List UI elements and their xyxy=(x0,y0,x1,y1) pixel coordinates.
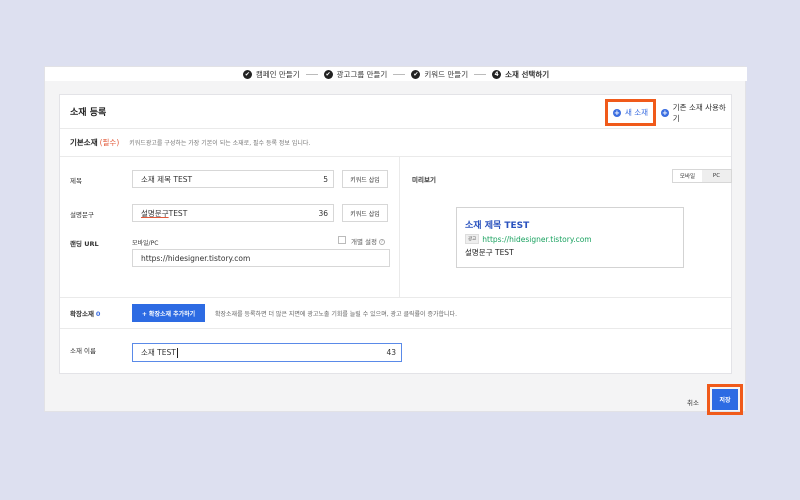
material-name-count: 43 xyxy=(386,348,396,357)
save-highlight: 저장 xyxy=(707,384,743,415)
basic-form: 제목 소재 제목 TEST 5 키워드 삽입 설명문구 설명문구 TEST 36… xyxy=(60,157,400,297)
step-divider xyxy=(474,73,487,75)
individual-setting-checkbox[interactable] xyxy=(338,236,346,244)
description-value-rest: TEST xyxy=(168,208,188,218)
extension-count: 0 xyxy=(95,310,101,318)
description-input[interactable]: 설명문구 TEST 36 xyxy=(132,204,334,222)
ad-preview-url-row: 광고 https://hidesigner.tistory.com xyxy=(465,234,592,244)
landing-url-value: https://hidesigner.tistory.com xyxy=(141,253,251,263)
new-material-label: 새 소재 xyxy=(624,108,649,117)
toggle-mobile[interactable]: 모바일 xyxy=(673,170,702,182)
app-window: ✔ 캠페인 만들기 ✔ 광고그룹 만들기 ✔ 키워드 만들기 4 소재 선택하기… xyxy=(44,66,747,415)
step-keyword: ✔ 키워드 만들기 xyxy=(411,69,468,80)
card-header: 소재 등록 + 새 소재 + 기존 소재 사용하기 xyxy=(60,95,731,129)
help-icon[interactable]: ? xyxy=(379,239,385,245)
check-icon: ✔ xyxy=(242,69,252,79)
save-button[interactable]: 저장 xyxy=(712,389,738,410)
material-name-value: 소재 TEST xyxy=(141,348,176,357)
ad-preview-title: 소재 제목 TEST xyxy=(465,221,530,231)
check-icon: ✔ xyxy=(323,69,333,79)
title-label: 제목 xyxy=(70,177,82,185)
title-keyword-insert-button[interactable]: 키워드 삽입 xyxy=(342,170,388,188)
step-label: 캠페인 만들기 xyxy=(255,69,300,79)
basic-material-row: 기본소재 (필수) 키워드광고를 구성하는 가장 기본이 되는 소재로, 필수 등… xyxy=(60,129,731,157)
step-label: 키워드 만들기 xyxy=(424,69,469,79)
title-input[interactable]: 소재 제목 TEST 5 xyxy=(132,170,334,188)
material-register-card: 소재 등록 + 새 소재 + 기존 소재 사용하기 기본소재 (필수) 키워드광고… xyxy=(59,94,732,374)
basic-label-text: 기본소재 xyxy=(70,138,98,147)
ad-preview-box: 소재 제목 TEST 광고 https://hidesigner.tistory… xyxy=(456,207,684,268)
description-label: 설명문구 xyxy=(70,211,94,219)
required-badge: (필수) xyxy=(99,138,120,147)
page-title: 소재 등록 xyxy=(70,108,107,118)
check-icon: ✔ xyxy=(411,69,421,79)
plus-circle-icon: + xyxy=(612,108,621,117)
step-campaign: ✔ 캠페인 만들기 xyxy=(242,69,300,80)
extension-row: 확장소재 0 + 확장소재 추가하기 확장소재를 등록하면 더 많은 지면에 광고… xyxy=(60,297,731,329)
description-char-count: 36 xyxy=(318,209,328,218)
material-name-row: 소재 이름 소재 TEST 43 xyxy=(60,329,731,375)
step-divider xyxy=(305,73,318,75)
add-extension-button[interactable]: + 확장소재 추가하기 xyxy=(132,304,205,322)
material-name-label: 소재 이름 xyxy=(70,347,96,355)
device-toggle: 모바일 PC xyxy=(672,169,732,183)
step-material: 4 소재 선택하기 xyxy=(492,69,549,80)
text-cursor xyxy=(176,347,178,358)
step-divider xyxy=(393,73,406,75)
title-input-value: 소재 제목 TEST xyxy=(141,174,193,184)
existing-material-label: 기존 소재 사용하기 xyxy=(672,102,726,123)
extension-label-text: 확장소재 xyxy=(70,310,94,318)
existing-material-tab[interactable]: + 기존 소재 사용하기 xyxy=(661,99,731,126)
basic-material-description: 키워드광고를 구성하는 가장 기본이 되는 소재로, 필수 등록 정보 입니다. xyxy=(129,140,311,147)
individual-setting-text: 개별 설정 xyxy=(351,238,377,246)
toggle-pc[interactable]: PC xyxy=(702,170,731,182)
new-material-tab[interactable]: + 새 소재 xyxy=(605,99,656,126)
step-label: 소재 선택하기 xyxy=(505,69,550,79)
step-adgroup: ✔ 광고그룹 만들기 xyxy=(323,69,388,80)
extension-description: 확장소재를 등록하면 더 많은 지면에 광고노출 기회를 늘릴 수 있으며, 광… xyxy=(215,310,457,318)
landing-url-input[interactable]: https://hidesigner.tistory.com xyxy=(132,249,390,267)
progress-stepper: ✔ 캠페인 만들기 ✔ 광고그룹 만들기 ✔ 키워드 만들기 4 소재 선택하기 xyxy=(45,67,747,81)
title-char-count: 5 xyxy=(323,175,328,184)
ad-preview-url: https://hidesigner.tistory.com xyxy=(482,234,592,244)
landing-url-label: 랜딩 URL xyxy=(70,240,99,248)
ad-badge: 광고 xyxy=(465,234,480,244)
plus-circle-icon: + xyxy=(661,108,669,117)
preview-panel: 미리보기 모바일 PC 소재 제목 TEST 광고 https://hidesi… xyxy=(400,157,733,297)
description-keyword-insert-button[interactable]: 키워드 삽입 xyxy=(342,204,388,222)
ad-preview-description: 설명문구 TEST xyxy=(465,248,514,257)
mobile-pc-label: 모바일/PC xyxy=(132,240,159,247)
preview-label: 미리보기 xyxy=(412,176,436,184)
individual-setting-label: 개별 설정? xyxy=(351,236,385,246)
extension-label: 확장소재 0 xyxy=(70,308,132,318)
description-value-underlined: 설명문구 xyxy=(141,208,169,218)
cancel-button[interactable]: 취소 xyxy=(687,397,699,407)
step-label: 광고그룹 만들기 xyxy=(336,69,388,79)
material-name-input[interactable]: 소재 TEST 43 xyxy=(132,343,402,362)
basic-material-label: 기본소재 (필수) xyxy=(70,137,119,148)
step-number-icon: 4 xyxy=(492,69,502,79)
